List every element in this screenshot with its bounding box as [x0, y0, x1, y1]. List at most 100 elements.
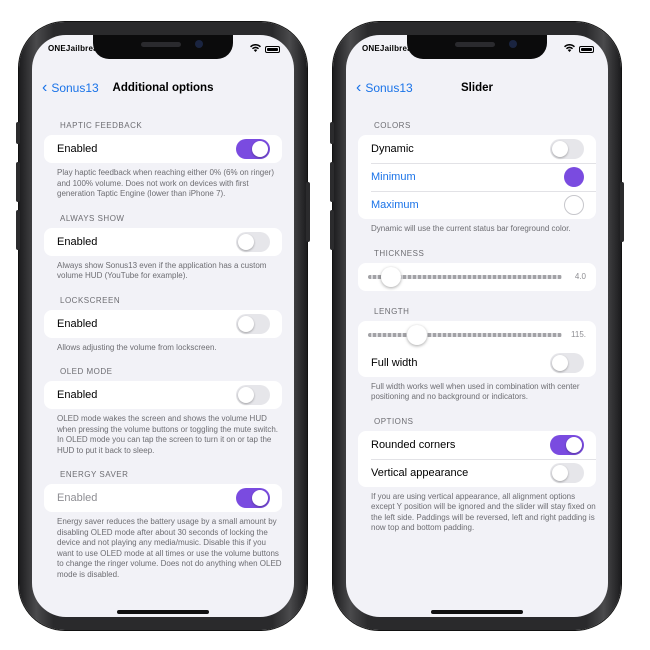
- minimum-color-row[interactable]: Minimum: [358, 163, 596, 191]
- minimum-color-swatch[interactable]: [564, 167, 584, 187]
- always-show-toggle[interactable]: [236, 231, 270, 252]
- row-label: Enabled: [57, 143, 98, 155]
- energy-saver-enabled-row[interactable]: Enabled: [44, 484, 282, 512]
- maximum-color-swatch[interactable]: [564, 195, 584, 215]
- volume-down-button: [330, 210, 334, 250]
- side-button: [306, 182, 310, 242]
- length-slider-row: 115.: [358, 321, 596, 349]
- section-header-lockscreen: LOCKSCREEN: [60, 295, 121, 305]
- row-label: Minimum: [371, 171, 416, 183]
- battery-icon: [579, 45, 594, 53]
- section-footer-haptic: Play haptic feedback when reaching eithe…: [57, 168, 275, 198]
- row-label: Enabled: [57, 389, 98, 401]
- toggle-knob: [252, 141, 268, 157]
- toggle-knob: [552, 354, 568, 371]
- vertical-appearance-toggle[interactable]: [550, 462, 584, 483]
- length-value: 115.: [571, 330, 586, 339]
- dynamic-toggle[interactable]: [550, 139, 584, 159]
- toggle-knob: [552, 464, 568, 481]
- front-camera: [195, 40, 203, 48]
- row-label: Dynamic: [371, 143, 414, 155]
- home-indicator[interactable]: [117, 610, 209, 614]
- thickness-slider-row: 4.0: [358, 263, 596, 291]
- length-slider[interactable]: [368, 324, 562, 345]
- speaker: [141, 42, 181, 47]
- nav-bar: ‹ Sonus13 Additional options: [32, 75, 294, 109]
- section-footer-colors: Dynamic will use the current status bar …: [371, 224, 571, 233]
- section-header-length: LENGTH: [374, 306, 410, 316]
- section-header-oled: OLED MODE: [60, 367, 113, 376]
- speaker: [455, 42, 495, 47]
- toggle-knob: [238, 315, 254, 332]
- wifi-icon: [250, 43, 261, 54]
- rounded-corners-row[interactable]: Rounded corners: [358, 431, 596, 459]
- group-lockscreen: Enabled: [44, 309, 282, 338]
- row-label: Full width: [371, 356, 418, 369]
- section-header-thickness: THICKNESS: [374, 248, 425, 258]
- slider-thumb[interactable]: [381, 266, 402, 287]
- toggle-knob: [238, 387, 254, 403]
- always-show-enabled-row[interactable]: Enabled: [44, 228, 282, 256]
- settings-list: COLORS Dynamic Minimum Maximum Dynamic w…: [346, 109, 608, 617]
- section-footer-energy-saver: Energy saver reduces the battery usage b…: [57, 517, 282, 579]
- row-label: Maximum: [371, 199, 419, 211]
- section-header-always-show: ALWAYS SHOW: [60, 213, 125, 223]
- page-title: Slider: [461, 82, 493, 94]
- volume-down-button: [16, 210, 20, 250]
- row-label: Enabled: [57, 235, 98, 248]
- rounded-corners-toggle[interactable]: [550, 434, 584, 455]
- lockscreen-toggle[interactable]: [236, 313, 270, 334]
- side-button: [620, 182, 624, 242]
- phone-right: ONEJailbreak ‹ Sonus13 Slider COLORS Dyn…: [330, 22, 624, 630]
- notch: [93, 35, 233, 59]
- section-footer-length: Full width works well when used in combi…: [371, 381, 580, 402]
- maximum-color-row[interactable]: Maximum: [358, 191, 596, 219]
- home-indicator[interactable]: [431, 610, 523, 614]
- volume-up-button: [16, 162, 20, 202]
- group-colors: Dynamic Minimum Maximum: [358, 135, 596, 219]
- section-footer-lockscreen: Allows adjusting the volume from lockscr…: [57, 342, 217, 352]
- thickness-slider[interactable]: [368, 266, 562, 287]
- group-options: Rounded corners Vertical appearance: [358, 430, 596, 487]
- front-camera: [509, 40, 517, 48]
- battery-icon: [265, 45, 280, 53]
- mute-switch: [330, 122, 334, 144]
- thickness-value: 4.0: [574, 272, 586, 281]
- toggle-knob: [252, 490, 268, 506]
- slider-track: [368, 332, 562, 337]
- toggle-knob: [552, 141, 568, 157]
- mute-switch: [16, 122, 20, 144]
- haptic-enabled-row[interactable]: Enabled: [44, 135, 282, 163]
- row-label: Rounded corners: [371, 438, 456, 451]
- volume-up-button: [330, 162, 334, 202]
- nav-bar: ‹ Sonus13 Slider: [346, 75, 608, 109]
- group-thickness: 4.0: [358, 262, 596, 291]
- page-title: Additional options: [112, 82, 214, 94]
- section-footer-always-show: Always show Sonus13 even if the applicat…: [57, 260, 267, 281]
- full-width-toggle[interactable]: [550, 352, 584, 373]
- screen-additional-options: ONEJailbreak ‹ Sonus13 Additional option…: [32, 35, 294, 617]
- group-always-show: Enabled: [44, 227, 282, 256]
- energy-saver-toggle[interactable]: [236, 488, 270, 508]
- row-label: Enabled: [57, 492, 98, 504]
- section-header-colors: COLORS: [374, 121, 411, 130]
- toggle-knob: [566, 436, 582, 453]
- oled-toggle[interactable]: [236, 385, 270, 405]
- section-header-energy-saver: ENERGY SAVER: [60, 470, 129, 479]
- group-haptic: Enabled: [44, 135, 282, 163]
- lockscreen-enabled-row[interactable]: Enabled: [44, 310, 282, 338]
- settings-list: HAPTIC FEEDBACK Enabled Play haptic feed…: [32, 109, 294, 617]
- group-energy-saver: Enabled: [44, 484, 282, 512]
- oled-enabled-row[interactable]: Enabled: [44, 381, 282, 409]
- section-footer-options: If you are using vertical appearance, al…: [371, 491, 596, 533]
- section-header-haptic: HAPTIC FEEDBACK: [60, 121, 143, 130]
- haptic-toggle[interactable]: [236, 139, 270, 159]
- screen-slider: ONEJailbreak ‹ Sonus13 Slider COLORS Dyn…: [346, 35, 608, 617]
- vertical-appearance-row[interactable]: Vertical appearance: [358, 458, 596, 487]
- full-width-row[interactable]: Full width: [358, 349, 596, 377]
- row-label: Vertical appearance: [371, 466, 469, 479]
- dynamic-row[interactable]: Dynamic: [358, 135, 596, 163]
- section-header-options: OPTIONS: [374, 416, 414, 426]
- slider-thumb[interactable]: [406, 324, 427, 345]
- group-length: 115. Full width: [358, 320, 596, 377]
